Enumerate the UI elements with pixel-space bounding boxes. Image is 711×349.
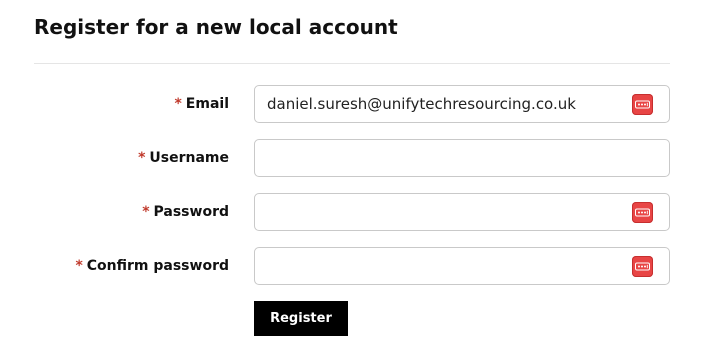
confirm-password-label: * Confirm password [75,247,229,285]
required-marker: * [174,96,182,112]
title-divider [34,63,670,64]
email-row: * Email [0,85,711,123]
password-label: * Password [142,193,229,231]
required-marker: * [138,150,146,166]
username-field[interactable] [254,139,670,177]
confirm-password-field[interactable] [254,247,670,285]
password-manager-icon[interactable] [632,94,653,115]
username-label-text: Username [149,150,229,166]
email-input[interactable] [267,86,627,122]
email-label: * Email [174,85,229,123]
username-label: * Username [138,139,229,177]
confirm-password-row: * Confirm password [0,247,711,285]
required-marker: * [75,258,83,274]
email-field[interactable] [254,85,670,123]
page-title: Register for a new local account [34,15,398,39]
email-label-text: Email [185,96,229,112]
username-row: * Username [0,139,711,177]
username-input[interactable] [267,140,627,176]
password-input[interactable] [267,194,627,230]
password-label-text: Password [153,204,229,220]
password-field[interactable] [254,193,670,231]
password-manager-icon[interactable] [632,256,653,277]
password-manager-icon[interactable] [632,202,653,223]
register-button[interactable]: Register [254,301,348,336]
confirm-password-label-text: Confirm password [86,258,229,274]
required-marker: * [142,204,150,220]
confirm-password-input[interactable] [267,248,627,284]
password-row: * Password [0,193,711,231]
